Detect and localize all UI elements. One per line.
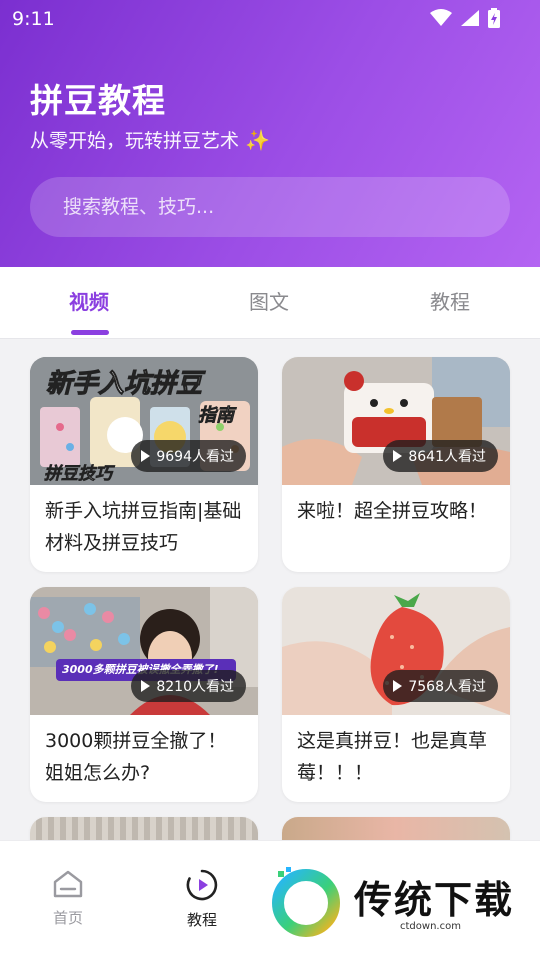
sparkle-icon: ✨ (245, 127, 270, 152)
video-card[interactable]: 3000多颗拼豆被误撤全弄撒了! 8210人看过 3000颗拼豆全撤了！姐姐怎么… (30, 587, 258, 802)
views-badge: 8210人看过 (131, 670, 246, 702)
views-badge: 8641人看过 (383, 440, 498, 472)
tab-bar: 视频 图文 教程 (0, 267, 540, 339)
nav-tutorial-label: 教程 (186, 911, 217, 929)
play-icon (393, 450, 403, 462)
search-box[interactable] (30, 177, 510, 237)
video-title: 3000颗拼豆全撤了！姐姐怎么办? (45, 730, 227, 784)
status-time: 9:11 (12, 8, 55, 30)
tab-tutorial[interactable]: 教程 (430, 286, 470, 315)
battery-icon (488, 8, 500, 28)
tab-article[interactable]: 图文 (249, 286, 289, 315)
home-icon (53, 870, 83, 898)
status-bar: 9:11 (0, 0, 540, 36)
watermark-domain: ctdown.com (400, 921, 461, 932)
wifi-icon (430, 9, 452, 26)
status-icons (430, 8, 500, 28)
search-input[interactable] (30, 177, 510, 237)
thumbnail-caption-bottom: 拼豆技巧 (44, 464, 113, 485)
video-thumbnail: 7568人看过 (282, 587, 510, 715)
video-card[interactable]: 新手入坑拼豆 指南 拼豆技巧 9694人看过 新手入坑拼豆指南|基础材料及拼豆技… (30, 357, 258, 572)
video-title: 来啦！超全拼豆攻略！ (297, 500, 488, 522)
video-thumbnail: 3000多颗拼豆被误撤全弄撒了! 8210人看过 (30, 587, 258, 715)
views-badge: 7568人看过 (383, 670, 498, 702)
subtitle-text: 从零开始，玩转拼豆艺术 (30, 130, 240, 152)
thumbnail-caption-main: 新手入坑拼豆 (45, 369, 203, 400)
nav-tutorial[interactable]: 教程 (162, 869, 242, 930)
play-icon (393, 680, 403, 692)
video-thumbnail: 新手入坑拼豆 指南 拼豆技巧 9694人看过 (30, 357, 258, 485)
views-count: 8210人看过 (156, 679, 234, 695)
page-title: 拼豆教程 (30, 81, 166, 120)
views-badge: 9694人看过 (131, 440, 246, 472)
play-circle-icon (186, 869, 218, 901)
signal-icon (461, 10, 479, 26)
watermark-brand: 传统下载 (354, 878, 515, 922)
views-count: 8641人看过 (408, 449, 486, 465)
header: 9:11 拼豆教程 从零开始，玩转拼豆艺术 ✨ (0, 0, 540, 267)
nav-home-label: 首页 (52, 909, 83, 927)
tab-video[interactable]: 视频 (69, 286, 109, 315)
page-subtitle: 从零开始，玩转拼豆艺术 ✨ (30, 126, 270, 153)
thumbnail-caption-sub: 指南 (198, 405, 235, 427)
video-thumbnail: 8641人看过 (282, 357, 510, 485)
video-card[interactable]: 7568人看过 这是真拼豆！也是真草莓！！！ (282, 587, 510, 802)
video-card[interactable]: 8641人看过 来啦！超全拼豆攻略！ (282, 357, 510, 572)
tab-indicator (71, 330, 109, 335)
video-title: 这是真拼豆！也是真草莓！！！ (297, 730, 488, 784)
bottom-nav: 首页 教程 传统下载 ctdown.com (0, 840, 540, 960)
video-title: 新手入坑拼豆指南|基础材料及拼豆技巧 (45, 500, 242, 554)
play-icon (141, 680, 151, 692)
nav-home[interactable]: 首页 (28, 869, 108, 928)
views-count: 7568人看过 (408, 679, 486, 695)
play-icon (141, 450, 151, 462)
watermark: 传统下载 ctdown.com (268, 867, 518, 937)
watermark-logo (272, 867, 340, 937)
views-count: 9694人看过 (156, 449, 234, 465)
